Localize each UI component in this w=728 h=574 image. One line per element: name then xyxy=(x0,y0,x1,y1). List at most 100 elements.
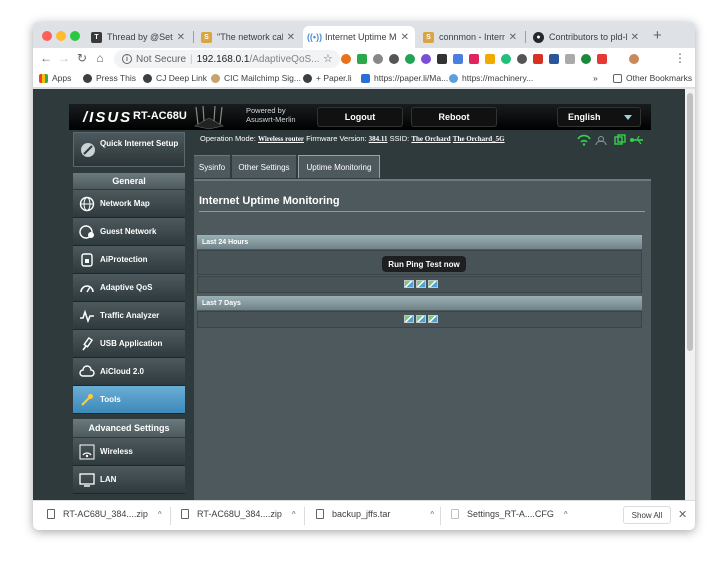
extension-icon[interactable] xyxy=(453,54,463,64)
sidebar-item-aicloud[interactable]: AiCloud 2.0 xyxy=(73,358,185,386)
extension-icon[interactable] xyxy=(373,54,383,64)
forward-icon[interactable]: → xyxy=(57,51,71,65)
guest-globe-icon xyxy=(78,223,96,241)
tab-contributors[interactable]: ● Contributors to pld-lin ✕ xyxy=(527,26,645,48)
extension-icon[interactable] xyxy=(341,54,351,64)
tab-connmon[interactable]: S connmon - Internet co ✕ xyxy=(417,26,523,48)
copy-icon[interactable] xyxy=(614,134,626,145)
extension-icon[interactable] xyxy=(357,54,367,64)
sidebar-item-network-map[interactable]: Network Map xyxy=(73,190,185,218)
close-icon[interactable]: ✕ xyxy=(287,32,295,43)
sidebar-item-lan[interactable]: LAN xyxy=(73,466,185,494)
back-icon[interactable]: ← xyxy=(39,51,53,65)
firmware-link[interactable]: 384.11 xyxy=(369,135,388,143)
close-icon[interactable]: ✕ xyxy=(401,32,409,43)
extension-icon[interactable] xyxy=(389,54,399,64)
zoom-window-button[interactable] xyxy=(70,31,80,41)
users-icon[interactable] xyxy=(595,136,607,146)
lock-icon xyxy=(78,251,96,269)
new-tab-button[interactable]: + xyxy=(653,27,662,44)
close-icon[interactable]: ✕ xyxy=(631,32,639,43)
extension-icon[interactable] xyxy=(469,54,479,64)
tab-divider xyxy=(525,31,526,43)
sidebar-item-tools[interactable]: Tools xyxy=(73,386,185,414)
bookmark-cj-deep-link[interactable]: CJ Deep Link xyxy=(143,73,207,83)
reboot-button[interactable]: Reboot xyxy=(411,107,497,127)
ssid-5g-link[interactable]: The Orchard_5G xyxy=(453,135,505,143)
tab-uptime-monitoring[interactable]: ((•)) Internet Uptime Monit ✕ xyxy=(303,26,415,48)
sidebar-item-wireless[interactable]: Wireless xyxy=(73,438,185,466)
page-scrollbar[interactable] xyxy=(685,89,695,500)
close-icon[interactable]: ✕ xyxy=(177,32,185,43)
close-icon[interactable]: ✕ xyxy=(678,508,687,521)
menu-icon[interactable]: ⋮ xyxy=(673,51,687,65)
sidebar-item-traffic-analyzer[interactable]: Traffic Analyzer xyxy=(73,302,185,330)
download-item[interactable]: backup_jffs.tar ^ xyxy=(316,509,434,519)
extension-icon[interactable] xyxy=(437,54,447,64)
chart-row-7d xyxy=(197,311,642,328)
sidebar-item-guest-network[interactable]: Guest Network xyxy=(73,218,185,246)
scrollbar-thumb[interactable] xyxy=(687,93,693,351)
download-item[interactable]: RT-AC68U_384....zip ^ xyxy=(181,509,296,519)
chevron-up-icon[interactable]: ^ xyxy=(158,510,162,519)
bookmark-mailchimp[interactable]: CIC Mailchimp Sig... xyxy=(211,73,301,83)
extension-icon[interactable] xyxy=(405,54,415,64)
close-window-button[interactable] xyxy=(42,31,52,41)
avatar[interactable] xyxy=(629,54,639,64)
run-ping-test-button[interactable]: Run Ping Test now xyxy=(382,256,466,272)
bookmark-paperli[interactable]: + Paper.li xyxy=(303,73,352,83)
download-filename: RT-AC68U_384....zip xyxy=(63,509,148,519)
chevron-up-icon[interactable]: ^ xyxy=(564,510,568,519)
bookmark-star-icon[interactable]: ☆ xyxy=(323,52,333,65)
language-value: English xyxy=(568,112,601,122)
reload-icon[interactable]: ↻ xyxy=(75,51,89,65)
language-select[interactable]: English xyxy=(557,107,641,127)
tab-uptime-monitoring[interactable]: Uptime Monitoring xyxy=(298,155,380,178)
extension-icon[interactable] xyxy=(517,54,527,64)
powered-by: Powered by Asuswrt-Merlin xyxy=(246,106,296,124)
ssid-link[interactable]: The Orchard xyxy=(411,135,450,143)
extension-icon[interactable] xyxy=(485,54,495,64)
extension-icon[interactable] xyxy=(501,54,511,64)
sidebar-item-adaptive-qos[interactable]: Adaptive QoS xyxy=(73,274,185,302)
extension-icon[interactable] xyxy=(597,54,607,64)
firmware-name: Asuswrt-Merlin xyxy=(246,115,296,124)
wordpress-icon xyxy=(83,73,92,83)
tab-sysinfo[interactable]: Sysinfo xyxy=(194,155,230,178)
broken-image-icon xyxy=(428,315,438,323)
logout-button[interactable]: Logout xyxy=(317,107,403,127)
bookmark-machinery[interactable]: https://machinery... xyxy=(449,73,533,83)
wifi-icon[interactable] xyxy=(577,134,591,146)
globe-icon xyxy=(78,195,96,213)
extension-icon[interactable] xyxy=(549,54,559,64)
download-item[interactable]: RT-AC68U_384....zip ^ xyxy=(47,509,162,519)
info-icon[interactable]: i xyxy=(122,54,132,64)
extension-icon[interactable] xyxy=(421,54,431,64)
bookmark-apps[interactable]: Apps xyxy=(39,73,71,83)
extension-icon[interactable] xyxy=(581,54,591,64)
close-icon[interactable]: ✕ xyxy=(509,32,517,43)
extension-icon[interactable] xyxy=(533,54,543,64)
sidebar-item-aiprotection[interactable]: AiProtection xyxy=(73,246,185,274)
bookmark-label: CJ Deep Link xyxy=(156,73,208,83)
tab-label: Thread by @SethAbra xyxy=(107,32,173,42)
usb-icon[interactable] xyxy=(630,135,643,145)
chevron-up-icon[interactable]: ^ xyxy=(430,510,434,519)
address-bar[interactable]: i Not Secure | 192.168.0.1 /AdaptiveQoS.… xyxy=(114,50,340,68)
sidebar-item-usb-application[interactable]: USB Application xyxy=(73,330,185,358)
minimize-window-button[interactable] xyxy=(56,31,66,41)
quick-internet-setup[interactable]: Quick Internet Setup xyxy=(73,132,185,167)
tab-other-settings[interactable]: Other Settings xyxy=(232,155,296,178)
show-all-button[interactable]: Show All xyxy=(623,506,671,524)
tab-network-cable[interactable]: S "The network cable is ✕ xyxy=(195,26,301,48)
opmode-link[interactable]: Wireless router xyxy=(258,135,304,143)
chevron-up-icon[interactable]: ^ xyxy=(292,510,296,519)
tab-thread[interactable]: T Thread by @SethAbra ✕ xyxy=(85,26,191,48)
bookmark-paperli-ma[interactable]: https://paper.li/Ma... xyxy=(361,73,448,83)
bookmark-press-this[interactable]: Press This xyxy=(83,73,136,83)
download-item[interactable]: Settings_RT-A....CFG ^ xyxy=(451,509,568,519)
home-icon[interactable]: ⌂ xyxy=(93,51,107,65)
extension-icon[interactable] xyxy=(565,54,575,64)
bookmark-other[interactable]: Other Bookmarks xyxy=(613,73,692,83)
bookmarks-overflow[interactable]: » xyxy=(593,73,598,83)
